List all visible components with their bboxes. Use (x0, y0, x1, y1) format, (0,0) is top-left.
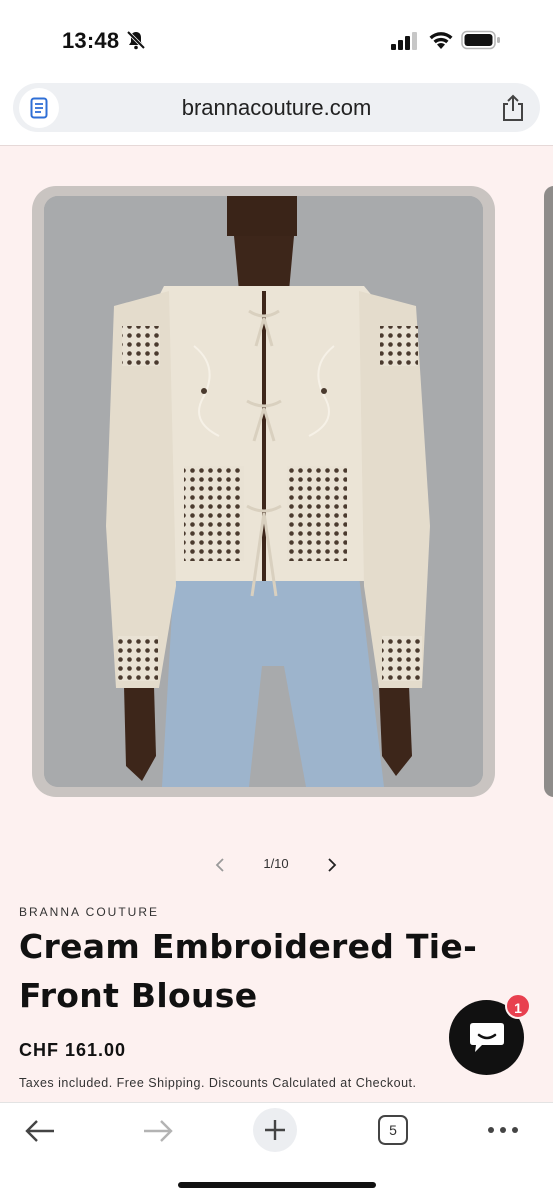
product-page: 1/10 BRANNA COUTURE Cream Embroidered Ti… (0, 146, 553, 1102)
gallery-counter: 1/10 (263, 856, 289, 871)
product-title: Cream Embroidered Tie-Front Blouse (19, 927, 478, 1015)
url-text[interactable]: brannacouture.com (13, 83, 540, 132)
plus-icon (265, 1120, 285, 1140)
battery-icon (461, 30, 500, 50)
tabs-button[interactable]: 5 (378, 1115, 408, 1145)
reader-mode-button[interactable] (19, 88, 59, 128)
chat-notification-badge: 1 (505, 993, 531, 1019)
reader-mode-icon (30, 97, 48, 119)
gallery-pager: 1/10 (0, 850, 553, 880)
chevron-left-icon[interactable] (210, 854, 232, 876)
home-indicator[interactable] (178, 1182, 376, 1188)
tax-note: Taxes included. Free Shipping. Discounts… (19, 1076, 417, 1090)
back-arrow-icon[interactable] (24, 1117, 56, 1145)
product-image[interactable] (32, 186, 495, 797)
more-icon[interactable] (487, 1125, 519, 1135)
new-tab-button[interactable] (253, 1108, 297, 1152)
address-bar[interactable]: brannacouture.com (13, 83, 540, 132)
product-price: CHF 161.00 (19, 1040, 127, 1060)
status-time: 13:48 (62, 28, 120, 53)
product-vendor[interactable]: BRANNA COUTURE (19, 905, 159, 919)
status-bar: 13:48 (0, 0, 553, 82)
share-icon[interactable] (500, 94, 526, 122)
chat-bubble-icon (469, 1022, 504, 1052)
product-photo (44, 196, 483, 787)
chevron-right-icon[interactable] (320, 854, 342, 876)
next-image-preview[interactable] (544, 186, 553, 797)
bell-slash-icon (126, 30, 146, 50)
forward-arrow-icon[interactable] (142, 1117, 174, 1145)
cellular-signal-icon (391, 32, 417, 50)
wifi-icon (429, 32, 453, 49)
